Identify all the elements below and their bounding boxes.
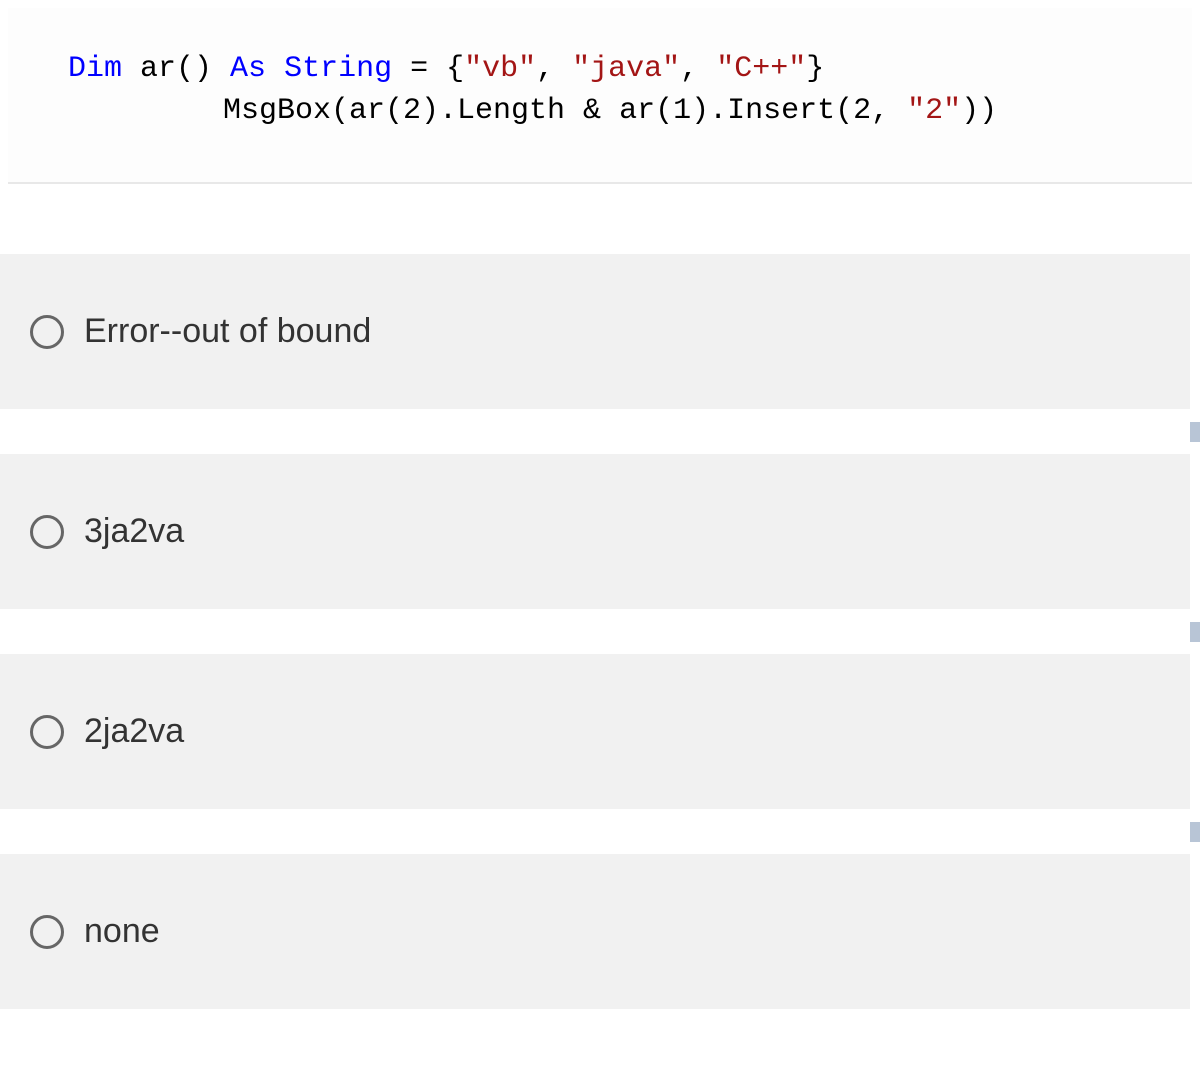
code-type: String <box>266 52 392 86</box>
option-2[interactable]: 3ja2va <box>0 454 1190 609</box>
code-keyword: As <box>230 52 266 86</box>
option-label: none <box>84 912 160 951</box>
code-keyword: Dim <box>68 52 122 86</box>
option-label: 3ja2va <box>84 512 184 551</box>
scrollbar-tick-icon <box>1190 822 1200 842</box>
scrollbar-tick-icon <box>1190 422 1200 442</box>
code-string: "vb" <box>464 52 536 86</box>
code-string: "java" <box>572 52 680 86</box>
code-text: MsgBox(ar(2).Length & ar(1).Insert(2, <box>223 94 907 128</box>
option-label: Error--out of bound <box>84 312 371 351</box>
option-label: 2ja2va <box>84 712 184 751</box>
radio-icon[interactable] <box>30 915 64 949</box>
code-text: , <box>536 52 572 86</box>
option-3[interactable]: 2ja2va <box>0 654 1190 809</box>
code-text: = { <box>392 52 464 86</box>
question-container: Dim ar() As String = {"vb", "java", "C++… <box>0 8 1200 1009</box>
scrollbar-tick-icon <box>1190 622 1200 642</box>
option-separator <box>0 809 1200 854</box>
code-string: "C++" <box>716 52 806 86</box>
code-text: , <box>680 52 716 86</box>
code-text: } <box>806 52 824 86</box>
answer-options: Error--out of bound 3ja2va 2ja2va none <box>0 184 1200 1009</box>
option-separator <box>0 409 1200 454</box>
option-separator <box>0 609 1200 654</box>
code-line: MsgBox(ar(2).Length & ar(1).Insert(2, "2… <box>68 94 997 128</box>
code-text: ar() <box>122 52 230 86</box>
code-text: )) <box>961 94 997 128</box>
code-string: "2" <box>907 94 961 128</box>
radio-icon[interactable] <box>30 515 64 549</box>
code-snippet: Dim ar() As String = {"vb", "java", "C++… <box>8 8 1192 184</box>
radio-icon[interactable] <box>30 715 64 749</box>
option-4[interactable]: none <box>0 854 1190 1009</box>
radio-icon[interactable] <box>30 315 64 349</box>
option-1[interactable]: Error--out of bound <box>0 254 1190 409</box>
